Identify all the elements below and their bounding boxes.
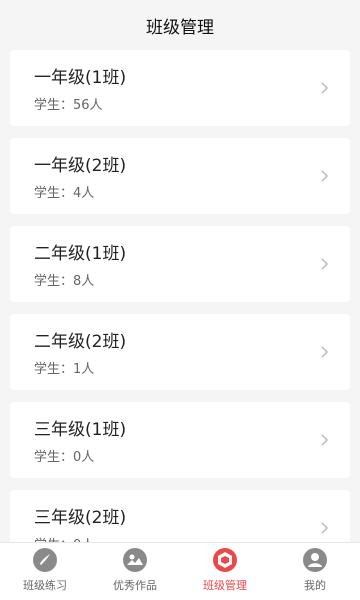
user-icon [303, 548, 327, 572]
top-header: 班级管理 [0, 0, 360, 50]
tab-label: 班级练习 [23, 579, 67, 592]
class-name: 一年级(2班) [34, 156, 127, 176]
class-card-grade1-class1[interactable]: 一年级(1班) 学生：56人 [10, 50, 350, 126]
class-icon [213, 548, 237, 572]
class-list[interactable]: 一年级(1班) 学生：56人 一年级(2班) 学生：4人 二年级(1班) 学生：… [0, 50, 360, 542]
tab-label: 班级管理 [203, 579, 247, 592]
student-count: 学生：0人 [34, 534, 94, 542]
class-card-grade1-class2[interactable]: 一年级(2班) 学生：4人 [10, 138, 350, 214]
brush-icon [33, 548, 57, 572]
bottom-tab-bar: 班级练习 优秀作品 班级管理 我的 [0, 542, 360, 600]
class-card-grade3-class1[interactable]: 三年级(1班) 学生：0人 [10, 402, 350, 478]
chevron-right-icon [321, 522, 329, 534]
class-name: 三年级(1班) [34, 420, 127, 440]
chevron-right-icon [321, 82, 329, 94]
class-name: 一年级(1班) [34, 68, 127, 88]
student-count: 学生：56人 [34, 98, 103, 113]
tab-class-management[interactable]: 班级管理 [180, 543, 270, 600]
gallery-icon [123, 548, 147, 572]
class-name: 二年级(2班) [34, 332, 127, 352]
chevron-right-icon [321, 258, 329, 270]
tab-class-practice[interactable]: 班级练习 [0, 543, 90, 600]
tab-mine[interactable]: 我的 [270, 543, 360, 600]
class-name: 三年级(2班) [34, 508, 127, 528]
student-count: 学生：1人 [34, 362, 95, 377]
student-count: 学生：4人 [34, 186, 95, 201]
class-card-grade2-class1[interactable]: 二年级(1班) 学生：8人 [10, 226, 350, 302]
student-count: 学生：8人 [34, 274, 95, 289]
class-name: 二年级(1班) [34, 244, 127, 264]
page-title: 班级管理 [146, 17, 214, 38]
tab-excellent-works[interactable]: 优秀作品 [90, 543, 180, 600]
class-card-grade2-class2[interactable]: 二年级(2班) 学生：1人 [10, 314, 350, 390]
tab-label: 优秀作品 [113, 579, 157, 592]
student-count: 学生：0人 [34, 450, 95, 465]
class-card-grade3-class2[interactable]: 三年级(2班) 学生：0人 [10, 490, 350, 542]
chevron-right-icon [321, 346, 329, 358]
chevron-right-icon [321, 434, 329, 446]
tab-label: 我的 [304, 579, 326, 592]
chevron-right-icon [321, 170, 329, 182]
